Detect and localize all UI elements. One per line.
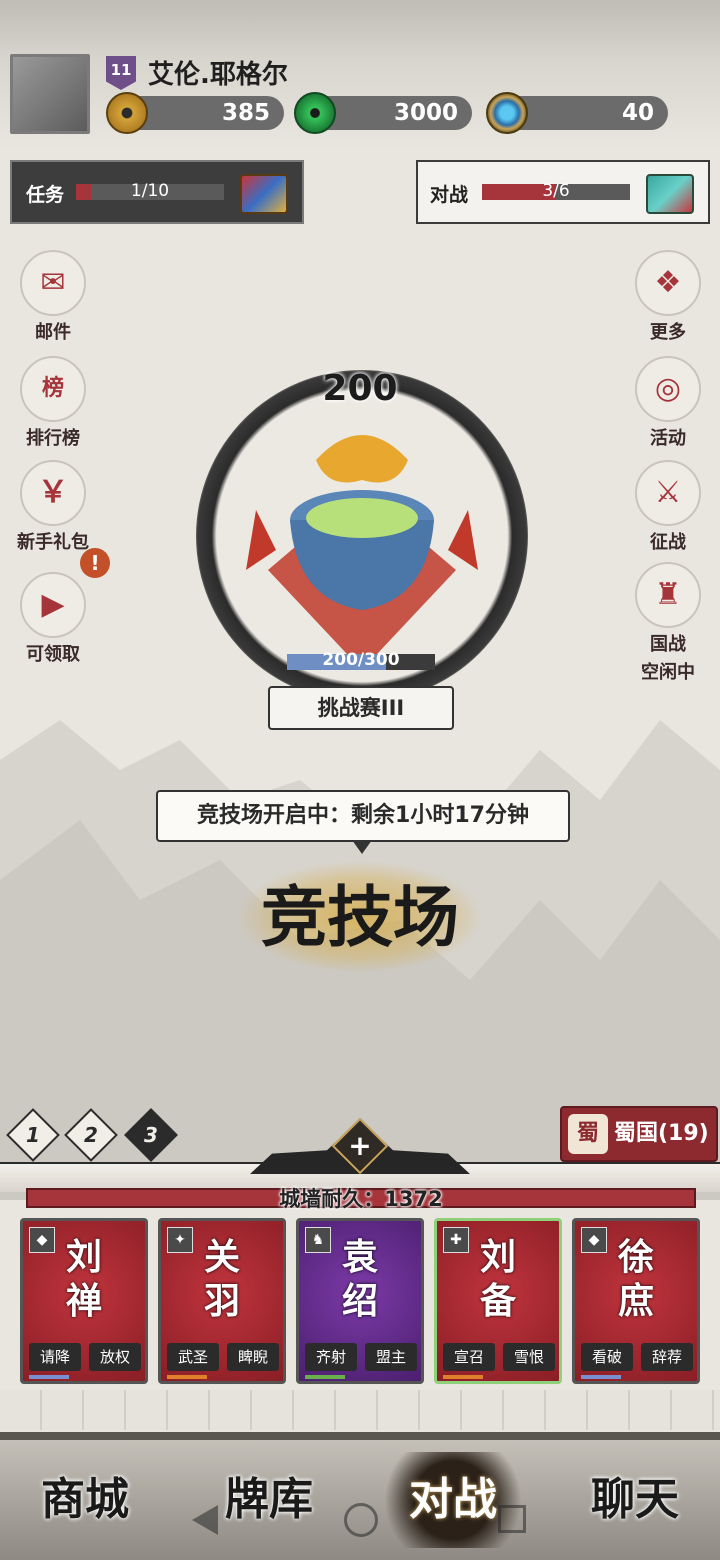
player-name: 艾伦.耶格尔	[148, 60, 288, 90]
card-strip	[581, 1375, 621, 1379]
sidebar-item-claim[interactable]: ▶ 可领取	[3, 572, 103, 666]
ranking-icon: 榜	[20, 356, 86, 422]
battle-label: 对战	[430, 184, 469, 206]
skill-tag: 请降	[29, 1343, 81, 1371]
battle-progress-bar: 3/6	[482, 181, 630, 201]
hero-name: 关羽	[203, 1236, 240, 1322]
tab-battle[interactable]: 对战	[368, 1452, 538, 1548]
arena-rank-plate: 挑战赛III	[268, 686, 454, 730]
arena-score: 200	[322, 368, 398, 409]
gem-icon	[486, 92, 528, 134]
skill-tag: 放权	[89, 1343, 141, 1371]
jade-icon	[294, 92, 336, 134]
system-back-icon[interactable]	[192, 1505, 218, 1535]
system-recents-icon[interactable]	[498, 1505, 526, 1533]
sidebar-label-more: 更多	[650, 322, 686, 343]
skill-row: 齐射 盟主	[305, 1343, 417, 1371]
sidebar-item-campaign[interactable]: ⚔ 征战	[618, 460, 718, 554]
sidebar-label-events: 活动	[650, 428, 686, 449]
hero-card-5[interactable]: ◆ 徐庶 看破 辞荐	[572, 1218, 700, 1384]
coin-icon	[106, 92, 148, 134]
crossed-swords-icon: ⚔	[635, 460, 701, 526]
skill-tag: 盟主	[365, 1343, 417, 1371]
sidebar-item-mail[interactable]: ✉ 邮件	[3, 250, 103, 344]
skill-tag: 睥睨	[227, 1343, 279, 1371]
skill-tag: 辞荐	[641, 1343, 693, 1371]
skill-tag: 齐射	[305, 1343, 357, 1371]
hero-name: 刘备	[479, 1236, 516, 1322]
sidebar-item-more[interactable]: ❖ 更多	[618, 250, 718, 344]
sidebar-label-claim: 可领取	[26, 644, 80, 665]
task-chest-icon[interactable]	[240, 174, 288, 214]
kingdom-button[interactable]: 蜀 蜀国(19)	[560, 1106, 718, 1162]
wall-durability-text: 城墙耐久：1372	[279, 1187, 443, 1211]
claim-icon: ▶	[20, 572, 86, 638]
sidebar-label-nation-war: 国战	[650, 634, 686, 655]
arena-progress-bar: 200/300	[287, 650, 435, 670]
brick-wall	[0, 1390, 720, 1430]
plus-icon: +	[348, 1129, 372, 1162]
skill-tag: 宣召	[443, 1343, 495, 1371]
arena-button[interactable]: 竞技场	[240, 862, 480, 972]
battle-chest-icon[interactable]	[646, 174, 694, 214]
tab-shop[interactable]: 商城	[0, 1452, 170, 1548]
hero-name: 徐庶	[617, 1236, 654, 1322]
skill-tag: 武圣	[167, 1343, 219, 1371]
card-strip	[443, 1375, 483, 1379]
skill-row: 武圣 睥睨	[167, 1343, 279, 1371]
fortress-icon: ♜	[635, 562, 701, 628]
player-avatar[interactable]	[10, 54, 90, 134]
sidebar-item-ranking[interactable]: 榜 排行榜	[3, 356, 103, 450]
task-label: 任务	[26, 184, 65, 206]
task-panel[interactable]: 任务 1/10	[10, 160, 304, 224]
sidebar-label-ranking: 排行榜	[26, 428, 80, 449]
tooltip-tail	[352, 840, 372, 854]
sidebar-item-events[interactable]: ◎ 活动	[618, 356, 718, 450]
sidebar-label-mail: 邮件	[35, 322, 71, 343]
arena-progress-text: 200/300	[322, 650, 400, 670]
hero-card-2[interactable]: ✦ 关羽 武圣 睥睨	[158, 1218, 286, 1384]
skill-row: 看破 辞荐	[581, 1343, 693, 1371]
nav-divider	[0, 1432, 720, 1440]
tab-chat[interactable]: 聊天	[550, 1452, 720, 1548]
card-strip	[167, 1375, 207, 1379]
arena-status-tooltip: 竞技场开启中：剩余1小时17分钟	[156, 790, 570, 842]
kingdom-emblem-icon: 蜀	[568, 1114, 608, 1154]
kingdom-label: 蜀国(19)	[614, 1121, 709, 1146]
hero-card-3[interactable]: ♞ 袁绍 齐射 盟主	[296, 1218, 424, 1384]
gift-bag-icon: ￥	[20, 460, 86, 526]
hero-card-1[interactable]: ◆ 刘禅 请降 放权	[20, 1218, 148, 1384]
task-progress-bar: 1/10	[76, 181, 224, 201]
more-icon: ❖	[635, 250, 701, 316]
task-progress-text: 1/10	[130, 181, 170, 201]
event-icon: ◎	[635, 356, 701, 422]
system-home-icon[interactable]	[344, 1503, 378, 1537]
battle-progress-text: 3/6	[542, 181, 570, 201]
sidebar-label-campaign: 征战	[650, 532, 686, 553]
skill-row: 请降 放权	[29, 1343, 141, 1371]
battle-panel[interactable]: 对战 3/6	[416, 160, 710, 224]
hero-name: 袁绍	[341, 1236, 378, 1322]
card-strip	[305, 1375, 345, 1379]
mail-icon: ✉	[20, 250, 86, 316]
skill-row: 宣召 雪恨	[443, 1343, 555, 1371]
skill-tag: 雪恨	[503, 1343, 555, 1371]
nation-war-status: 空闲中	[641, 662, 695, 683]
sidebar-item-nation-war[interactable]: ♜ 国战 空闲中	[618, 562, 718, 684]
hero-name: 刘禅	[65, 1236, 102, 1322]
card-strip	[29, 1375, 69, 1379]
skill-tag: 看破	[581, 1343, 633, 1371]
sidebar-item-starter-pack[interactable]: ￥ 新手礼包	[3, 460, 103, 554]
hero-card-4[interactable]: ✚ 刘备 宣召 雪恨	[434, 1218, 562, 1384]
